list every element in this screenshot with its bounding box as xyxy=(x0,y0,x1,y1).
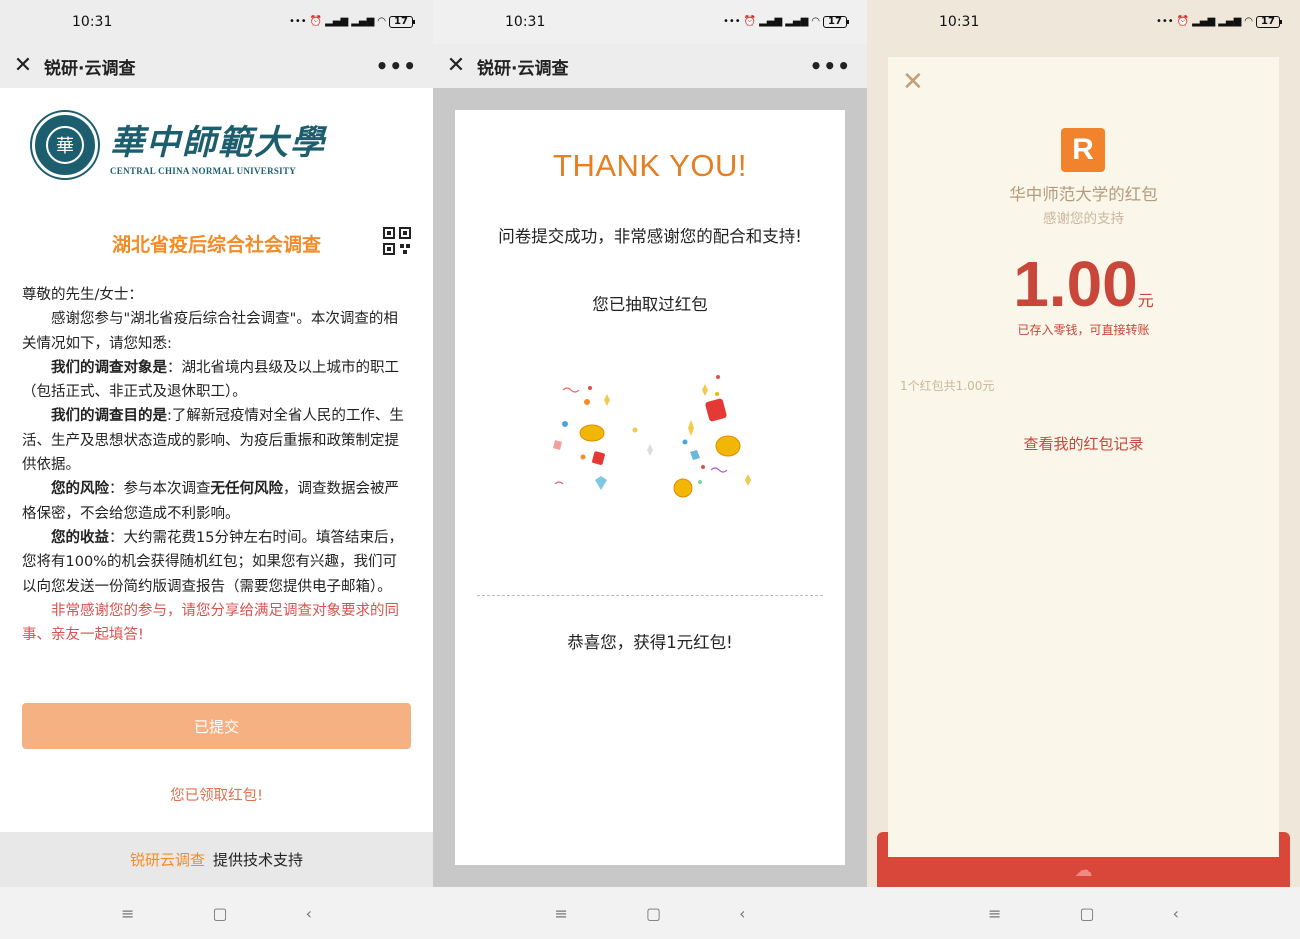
system-nav-bar: ≡ ▢ ‹ xyxy=(433,887,867,939)
menu-icon[interactable]: ≡ xyxy=(121,904,134,923)
alarm-icon: ⏰ xyxy=(309,16,323,27)
share-para: 非常感谢您的参与，请您分享给满足调查对象要求的同事、亲友一起填答! xyxy=(22,602,399,644)
signal-icon: ▂▄▆ xyxy=(1192,16,1216,27)
greeting: 尊敬的先生/女士： xyxy=(22,287,143,303)
back-icon[interactable]: ‹ xyxy=(306,904,312,923)
dots-icon: ••• xyxy=(722,16,741,27)
system-nav-bar: ≡ ▢ ‹ xyxy=(867,887,1300,939)
wifi-icon: ◠ xyxy=(1244,16,1253,27)
app-title: 锐研·云调查 xyxy=(477,58,569,79)
close-icon[interactable]: ✕ xyxy=(902,69,924,95)
status-icons: ••• ⏰ ▂▄▆ ▂▄▆ ◠ 17 xyxy=(288,16,415,28)
status-time: 10:31 xyxy=(72,14,113,30)
congrats-message: 恭喜您，获得1元红包! xyxy=(567,633,733,652)
alarm-icon: ⏰ xyxy=(1176,16,1190,27)
thank-you-heading: THANK YOU! xyxy=(553,148,747,183)
packet-greeting: 感谢您的支持 xyxy=(1043,211,1124,227)
risk-para: 您的风险：参与本次调查无任何风险，调查数据会被严格保密，不会给您造成不利影响。 xyxy=(22,481,399,522)
menu-icon[interactable]: ≡ xyxy=(555,904,568,923)
benefit-para: 您的收益：大约需花费15分钟左右时间。填答结束后，您将有100%的机会获得随机红… xyxy=(22,529,403,595)
paper-edge xyxy=(888,845,1279,857)
title-bar: ✕ 锐研·云调查 ••• xyxy=(0,44,433,88)
survey-screen: 10:31 ••• ⏰ ▂▄▆ ▂▄▆ ◠ 17 ✕ 锐研·云调查 ••• 華 … xyxy=(0,0,433,939)
red-packet-detail: ✕ R 华中师范大学的红包 感谢您的支持 1.00元 已存入零钱，可直接转账 1… xyxy=(888,57,1279,857)
app-title: 锐研·云调查 xyxy=(44,58,136,79)
received-text: 您已领取红包! xyxy=(170,788,263,804)
title-bar: ✕ 锐研·云调查 ••• xyxy=(433,44,867,88)
signal2-icon: ▂▄▆ xyxy=(351,16,375,27)
dots-icon: ••• xyxy=(1155,16,1174,27)
red-packet-screen: 10:31 ••• ⏰ ▂▄▆ ▂▄▆ ◠ 17 ✕ R 华中师范大学的红包 感… xyxy=(867,0,1300,939)
packet-count: 1个红包共1.00元 xyxy=(900,379,995,393)
powered-text: 提供技术支持 xyxy=(213,851,304,869)
back-icon[interactable]: ‹ xyxy=(739,904,745,923)
status-time: 10:31 xyxy=(505,14,546,30)
logo-en: CENTRAL CHINA NORMAL UNIVERSITY xyxy=(110,165,297,176)
seal-icon: 華 xyxy=(32,112,98,178)
home-icon[interactable]: ▢ xyxy=(1079,904,1094,923)
university-logo: 華 華中師範大學 CENTRAL CHINA NORMAL UNIVERSITY xyxy=(32,112,326,178)
intro-para: 感谢您参与"湖北省疫后综合社会调查"。本次调查的相关情况如下，请您知悉: xyxy=(22,311,398,352)
packet-sender: 华中师范大学的红包 xyxy=(1009,185,1158,204)
battery-icon: 17 xyxy=(823,16,849,28)
amount-unit: 元 xyxy=(1137,291,1154,310)
success-message: 问卷提交成功，非常感谢您的配合和支持! xyxy=(498,227,802,246)
signal-icon: ▂▄▆ xyxy=(325,16,349,27)
cloud-icon: ☁ xyxy=(1074,860,1093,881)
status-icons: ••• ⏰ ▂▄▆ ▂▄▆ ◠ 17 xyxy=(1155,16,1282,28)
home-icon[interactable]: ▢ xyxy=(646,904,661,923)
powered-brand-link[interactable]: 锐研云调查 xyxy=(130,849,205,870)
status-bar: 10:31 ••• ⏰ ▂▄▆ ▂▄▆ ◠ 17 xyxy=(0,0,433,44)
packet-amount: 1.00元 xyxy=(888,247,1279,321)
drawn-message: 您已抽取过红包 xyxy=(592,295,708,314)
survey-intro: 尊敬的先生/女士： 感谢您参与"湖北省疫后综合社会调查"。本次调查的相关情况如下… xyxy=(22,283,411,647)
logo-cn: 華中師範大學 xyxy=(110,122,326,163)
qr-code-icon[interactable] xyxy=(383,227,411,255)
battery-icon: 17 xyxy=(389,16,415,28)
alarm-icon: ⏰ xyxy=(743,16,757,27)
sender-logo-icon: R xyxy=(1061,128,1105,172)
battery-icon: 17 xyxy=(1256,16,1282,28)
survey-content: 華 華中師範大學 CENTRAL CHINA NORMAL UNIVERSITY… xyxy=(0,88,433,832)
signal-icon: ▂▄▆ xyxy=(759,16,783,27)
more-icon[interactable]: ••• xyxy=(810,54,851,78)
status-icons: ••• ⏰ ▂▄▆ ▂▄▆ ◠ 17 xyxy=(722,16,849,28)
amount-note: 已存入零钱，可直接转账 xyxy=(1017,323,1150,337)
dots-icon: ••• xyxy=(288,16,307,27)
target-para: 我们的调查对象是：湖北省境内县级及以上城市的职工（包括正式、非正式及退休职工）。 xyxy=(22,359,399,401)
wifi-icon: ◠ xyxy=(377,16,386,27)
powered-by: 锐研云调查 提供技术支持 xyxy=(0,832,433,887)
view-records-link[interactable]: 查看我的红包记录 xyxy=(888,433,1279,454)
wifi-icon: ◠ xyxy=(811,16,820,27)
signal2-icon: ▂▄▆ xyxy=(785,16,809,27)
submitted-button[interactable]: 已提交 xyxy=(22,703,411,749)
signal2-icon: ▂▄▆ xyxy=(1218,16,1242,27)
status-bar: 10:31 ••• ⏰ ▂▄▆ ▂▄▆ ◠ 17 xyxy=(433,0,867,44)
survey-title: 湖北省疫后综合社会调查 xyxy=(111,234,321,256)
status-time: 10:31 xyxy=(939,14,980,30)
status-bar: 10:31 ••• ⏰ ▂▄▆ ▂▄▆ ◠ 17 xyxy=(867,0,1300,44)
close-icon[interactable]: ✕ xyxy=(445,55,467,77)
confetti-illustration xyxy=(553,375,751,498)
more-icon[interactable]: ••• xyxy=(376,54,417,78)
home-icon[interactable]: ▢ xyxy=(212,904,227,923)
system-nav-bar: ≡ ▢ ‹ xyxy=(0,887,433,939)
amount-value: 1.00 xyxy=(1013,248,1138,320)
back-icon[interactable]: ‹ xyxy=(1173,904,1179,923)
close-icon[interactable]: ✕ xyxy=(12,55,34,77)
thank-you-card: THANK YOU! 问卷提交成功，非常感谢您的配合和支持! 您已抽取过红包 恭… xyxy=(455,110,845,865)
purpose-para: 我们的调查目的是:了解新冠疫情对全省人民的工作、生活、生产及思想状态造成的影响、… xyxy=(22,408,404,474)
menu-icon[interactable]: ≡ xyxy=(988,904,1001,923)
thank-you-screen: 10:31 ••• ⏰ ▂▄▆ ▂▄▆ ◠ 17 ✕ 锐研·云调查 ••• TH… xyxy=(433,0,867,939)
divider xyxy=(477,595,823,596)
